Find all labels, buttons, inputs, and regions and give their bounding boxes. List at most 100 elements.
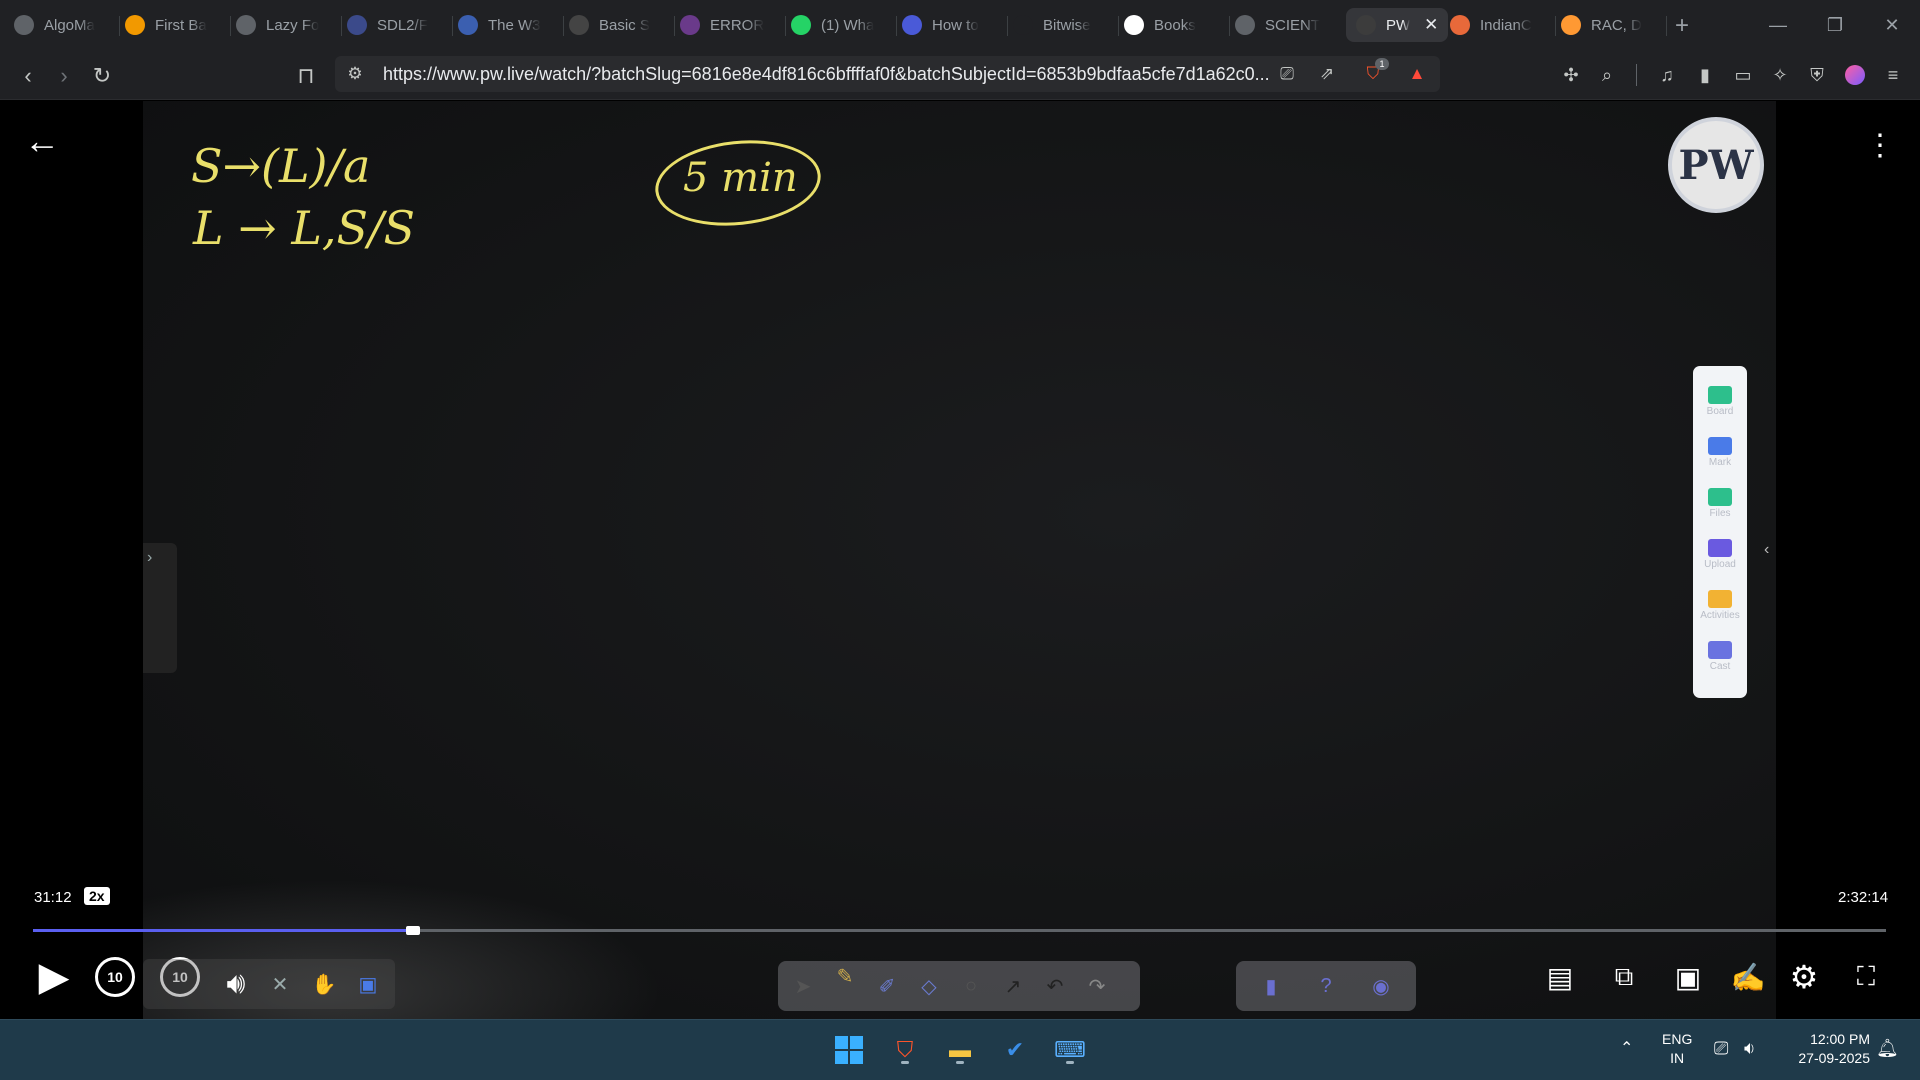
- tab-label: The W3: [488, 16, 541, 34]
- reader-mode-icon[interactable]: ⌕: [1594, 62, 1620, 88]
- media-control-icon[interactable]: ♫: [1654, 62, 1680, 88]
- chevron-left-icon[interactable]: ‹: [1764, 541, 1769, 559]
- restore-window-button[interactable]: ❐: [1815, 10, 1855, 40]
- highlighter-icon: ✐: [878, 975, 896, 998]
- image-icon: ▣: [358, 973, 378, 996]
- language-indicator[interactable]: ENG IN: [1662, 1030, 1692, 1068]
- windows-start-icon[interactable]: [831, 1032, 867, 1068]
- tab-14[interactable]: RAC, D: [1561, 8, 1642, 42]
- page-icon: [569, 15, 589, 35]
- tab-10[interactable]: Books: [1124, 8, 1196, 42]
- arrow-left-icon[interactable]: ←: [22, 120, 62, 161]
- notification-bell-icon[interactable]: 🔔︎: [1876, 1038, 1899, 1059]
- tab-5[interactable]: Basic S: [569, 8, 650, 42]
- tab-separator: [341, 16, 342, 36]
- tab-separator: [1007, 16, 1008, 36]
- url-text[interactable]: https://www.pw.live/watch/?batchSlug=681…: [383, 64, 1270, 85]
- poll-icon: ▮: [1265, 975, 1277, 998]
- leo-ai-icon[interactable]: ✧: [1767, 62, 1793, 88]
- error-site-icon: [680, 15, 700, 35]
- video-player[interactable]: S→(L)/a L → L,S/S 5 min › ← PW ⋮ Board Ma…: [0, 101, 1920, 1019]
- menu-icon[interactable]: ≡: [1880, 62, 1906, 88]
- tab-separator: [563, 16, 564, 36]
- extensions-icon[interactable]: ✣: [1558, 62, 1584, 88]
- tab-6[interactable]: ERROR: [680, 8, 764, 42]
- address-bar[interactable]: ⚙ https://www.pw.live/watch/?batchSlug=6…: [335, 56, 1440, 92]
- chat-icon[interactable]: ▤: [1540, 957, 1580, 997]
- tab-4[interactable]: The W3: [458, 8, 541, 42]
- fullscreen-icon[interactable]: ⛶: [1846, 957, 1886, 997]
- side-panel-item-mark[interactable]: Mark: [1693, 429, 1747, 479]
- side-panel-item-files[interactable]: Files: [1693, 480, 1747, 530]
- vpn-icon[interactable]: ⛨: [1804, 62, 1830, 88]
- playback-speed-button[interactable]: 2x: [84, 887, 110, 905]
- file-explorer-icon[interactable]: ▬: [942, 1032, 978, 1068]
- brave-rewards-icon[interactable]: ▲: [1405, 62, 1429, 86]
- sidebar-icon[interactable]: ▮: [1692, 62, 1718, 88]
- cursor-icon: ➤: [794, 975, 812, 998]
- shields-count-badge: 1: [1375, 58, 1389, 70]
- side-panel-item-cast[interactable]: Cast: [1693, 633, 1747, 683]
- more-options-icon[interactable]: ⋮: [1865, 125, 1895, 165]
- back-icon[interactable]: ‹: [12, 60, 44, 92]
- share-icon[interactable]: ⇗: [1315, 62, 1339, 86]
- todo-icon[interactable]: ✔: [997, 1032, 1033, 1068]
- camera-icon: ◉: [1372, 975, 1390, 998]
- tab-label: Basic S: [599, 16, 650, 34]
- side-panel-item-board[interactable]: Board: [1693, 378, 1747, 428]
- tab-1[interactable]: First Ba: [125, 8, 207, 42]
- side-panel-item-activities[interactable]: Activities: [1693, 582, 1747, 632]
- chevron-up-icon[interactable]: ⌃: [1620, 1038, 1633, 1058]
- cast-install-icon[interactable]: ⎚: [1275, 62, 1299, 86]
- tab-13[interactable]: IndianC: [1450, 8, 1532, 42]
- minimize-window-button[interactable]: —: [1758, 10, 1798, 40]
- windows-taskbar: ⛉ ▬ ✔ ⌨ ⌃ ENG IN ⎚ 🔉︎ 12:00 PM 27-09-202…: [0, 1019, 1920, 1080]
- volume-icon[interactable]: 🔊︎: [221, 967, 251, 1000]
- speaker-icon[interactable]: 🔉︎: [1744, 1038, 1755, 1059]
- settings-icon[interactable]: ⚙: [1784, 957, 1824, 997]
- tab-2[interactable]: Lazy Fo: [236, 8, 319, 42]
- tab-7[interactable]: (1) Wha: [791, 8, 874, 42]
- tab-9[interactable]: Bitwise: [1013, 8, 1091, 42]
- code-icon: [125, 15, 145, 35]
- close-window-button[interactable]: ✕: [1872, 10, 1912, 40]
- side-panel-item-upload[interactable]: Upload: [1693, 531, 1747, 581]
- tab-label: (1) Wha: [821, 16, 875, 34]
- pip-icon[interactable]: ▣: [1668, 957, 1708, 997]
- close-tab-icon[interactable]: ✕: [1424, 15, 1438, 35]
- tab-label: AlgoMa: [44, 16, 95, 34]
- profile-icon[interactable]: [1842, 62, 1868, 88]
- google-icon: [1124, 15, 1144, 35]
- clock-date: 27-09-2025: [1798, 1050, 1870, 1066]
- brave-browser-icon[interactable]: ⛉: [887, 1032, 923, 1068]
- translate-icon[interactable]: ⧉: [1604, 957, 1644, 997]
- board-line-1: S→(L)/a: [191, 139, 371, 193]
- shape-icon: ◇: [921, 975, 937, 998]
- tab-separator: [674, 16, 675, 36]
- teacher-tools-right: ▮ ? ◉: [1236, 961, 1416, 1011]
- tab-3[interactable]: SDL2/F: [347, 8, 428, 42]
- network-icon[interactable]: ⎚: [1714, 1038, 1728, 1059]
- left-panel-handle[interactable]: ›: [143, 543, 177, 673]
- system-clock[interactable]: 12:00 PM 27-09-2025: [1780, 1030, 1870, 1068]
- bookmark-page-icon[interactable]: ⊓: [290, 60, 322, 92]
- play-icon[interactable]: ▶: [34, 955, 74, 999]
- tab-0[interactable]: AlgoMa: [14, 8, 95, 42]
- wallet-icon[interactable]: ▭: [1730, 62, 1756, 88]
- progress-knob[interactable]: [405, 926, 420, 935]
- progress-bar[interactable]: [33, 926, 1886, 935]
- new-tab-button[interactable]: +: [1668, 12, 1696, 40]
- globe-icon: [236, 15, 256, 35]
- tab-8[interactable]: How to: [902, 8, 979, 42]
- tab-12[interactable]: PW ✕: [1346, 8, 1449, 42]
- tab-11[interactable]: SCIENT: [1235, 8, 1320, 42]
- forward-icon[interactable]: ›: [48, 60, 80, 92]
- notes-icon[interactable]: ✍: [1728, 957, 1768, 997]
- tab-label: IndianC: [1480, 16, 1532, 34]
- keyboard-app-icon[interactable]: ⌨: [1052, 1032, 1088, 1068]
- reload-icon[interactable]: ↻: [86, 60, 118, 92]
- side-panel-label: Board: [1706, 406, 1734, 417]
- redo-icon: ↷: [1088, 975, 1106, 998]
- rewind-10-button[interactable]: 10: [95, 957, 135, 997]
- site-info-icon[interactable]: ⚙: [343, 62, 367, 86]
